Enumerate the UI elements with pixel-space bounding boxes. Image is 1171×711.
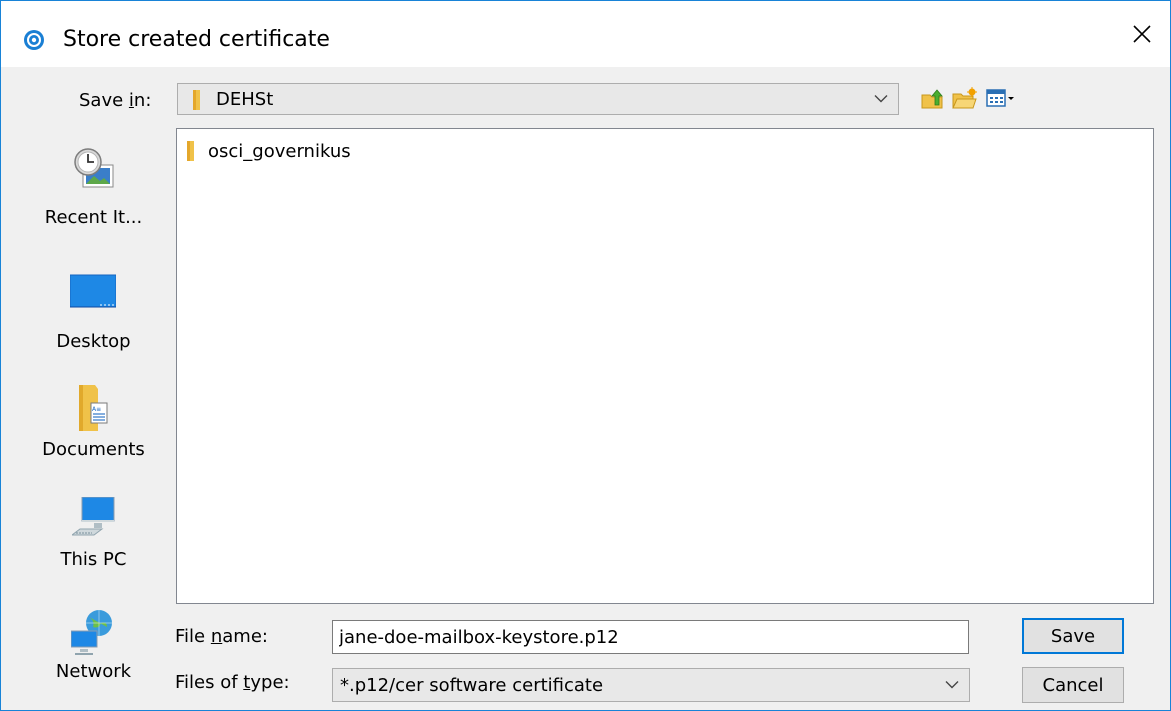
folder-icon — [193, 90, 200, 110]
desktop-icon — [70, 274, 116, 308]
save-button[interactable]: Save — [1022, 618, 1124, 654]
close-button[interactable] — [1114, 1, 1170, 67]
file-type-combo[interactable]: *.p12/cer software certificate — [332, 668, 970, 702]
folder-icon — [187, 141, 194, 161]
app-info-icon — [24, 30, 44, 50]
file-list[interactable]: osci_governikus — [176, 128, 1154, 604]
window-title: Store created certificate — [63, 27, 330, 52]
place-network[interactable]: Network — [23, 609, 164, 710]
place-this-pc[interactable]: This PC — [23, 497, 164, 607]
new-folder-icon[interactable] — [951, 87, 977, 109]
cancel-button[interactable]: Cancel — [1022, 667, 1124, 703]
documents-icon: A≡ — [79, 385, 108, 431]
close-icon — [1133, 25, 1151, 43]
save-dialog: Store created certificate Save in: DEHSt — [0, 0, 1171, 711]
up-folder-icon[interactable] — [919, 87, 945, 109]
file-type-value: *.p12/cer software certificate — [340, 675, 604, 696]
svg-text:A≡: A≡ — [92, 406, 101, 413]
list-item[interactable]: osci_governikus — [187, 139, 351, 163]
save-in-label: Save in: — [79, 90, 152, 111]
file-name: osci_governikus — [208, 140, 351, 162]
view-menu-icon[interactable] — [985, 87, 1015, 109]
place-documents[interactable]: A≡ Documents — [23, 385, 164, 495]
place-recent-items[interactable]: Recent It... — [23, 147, 164, 257]
recent-items-icon — [74, 148, 114, 188]
place-label: Documents — [42, 439, 145, 460]
place-label: Desktop — [56, 331, 131, 352]
chevron-down-icon — [945, 681, 959, 689]
place-desktop[interactable]: Desktop — [23, 273, 164, 383]
chevron-down-icon — [874, 95, 888, 103]
save-in-value: DEHSt — [216, 89, 274, 110]
network-icon — [71, 610, 112, 655]
place-label: Recent It... — [44, 207, 143, 228]
title-bar: Store created certificate — [1, 1, 1170, 67]
file-name-label: File name: — [175, 626, 268, 647]
places-bar: Recent It... Desktop A≡ Documents This P… — [23, 129, 164, 699]
this-pc-icon — [72, 497, 115, 536]
place-label: This PC — [60, 549, 127, 570]
file-name-input[interactable] — [332, 620, 969, 654]
place-label: Network — [55, 661, 132, 682]
save-in-combo[interactable]: DEHSt — [177, 83, 899, 115]
file-type-label: Files of type: — [175, 672, 290, 693]
